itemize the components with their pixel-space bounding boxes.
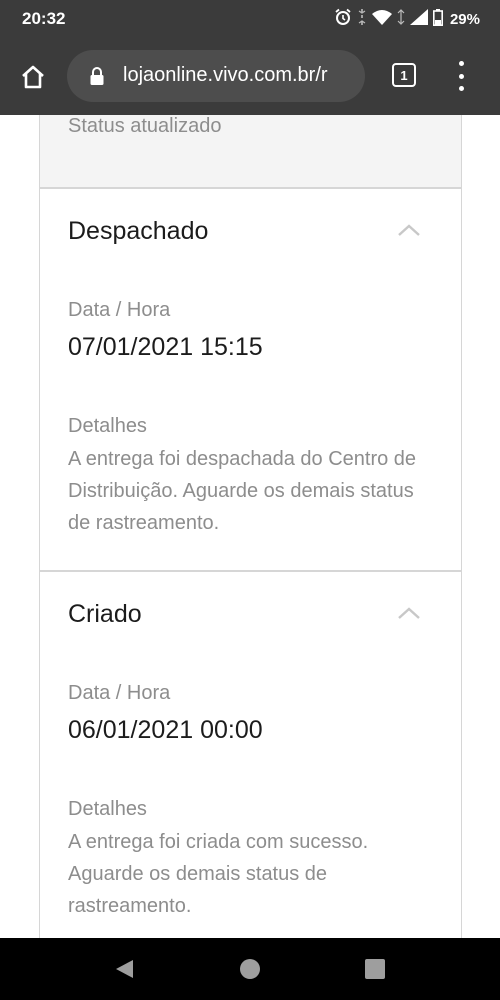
alarm-icon <box>334 8 352 31</box>
signal-icon <box>409 9 428 30</box>
wifi-icon <box>371 9 392 30</box>
lock-icon <box>89 66 105 91</box>
details-text: A entrega foi despachada do Centro de Di… <box>68 448 417 534</box>
back-icon[interactable] <box>113 958 135 985</box>
chevron-up-icon[interactable] <box>397 606 421 625</box>
home-nav-icon[interactable] <box>240 959 260 979</box>
status-time: 20:32 <box>22 9 66 28</box>
tracking-content: Status atualizado Despachado Data / Hora… <box>0 115 500 938</box>
vibrate-icon <box>357 8 367 31</box>
battery-icon <box>432 8 443 31</box>
url-text[interactable]: lojaonline.vivo.com.br/r <box>123 64 359 87</box>
datetime-label: Data / Hora <box>68 682 171 704</box>
previous-status-text: Status atualizado <box>68 115 222 137</box>
details-text: A entrega foi criada com sucesso. Aguard… <box>68 831 369 917</box>
event-title: Despachado <box>68 217 209 245</box>
datetime-value: 07/01/2021 15:15 <box>68 333 263 361</box>
home-icon <box>22 65 44 89</box>
system-nav-bar <box>0 938 500 1000</box>
tab-switcher-button[interactable]: 1 <box>392 63 416 87</box>
previous-tracking-section: Status atualizado <box>39 115 462 189</box>
battery-percent: 29% <box>449 11 480 28</box>
more-vert-icon[interactable] <box>454 61 468 91</box>
url-bar[interactable]: lojaonline.vivo.com.br/r <box>67 50 365 102</box>
browser-toolbar: lojaonline.vivo.com.br/r 1 <box>0 38 500 115</box>
tracking-event-dispatched: Despachado Data / Hora 07/01/2021 15:15 … <box>39 189 462 572</box>
status-icons: 29% <box>334 8 480 31</box>
status-bar: 20:32 29% <box>0 0 500 38</box>
event-title: Criado <box>68 600 142 628</box>
details-label: Detalhes <box>68 798 147 820</box>
details-label: Detalhes <box>68 415 147 437</box>
recent-apps-icon[interactable] <box>365 959 385 979</box>
datetime-label: Data / Hora <box>68 299 171 321</box>
home-button[interactable] <box>14 58 52 96</box>
tracking-event-created: Criado Data / Hora 06/01/2021 00:00 Deta… <box>39 572 462 938</box>
data-arrows-icon <box>397 9 405 30</box>
datetime-value: 06/01/2021 00:00 <box>68 716 263 744</box>
chevron-up-icon[interactable] <box>397 223 421 242</box>
